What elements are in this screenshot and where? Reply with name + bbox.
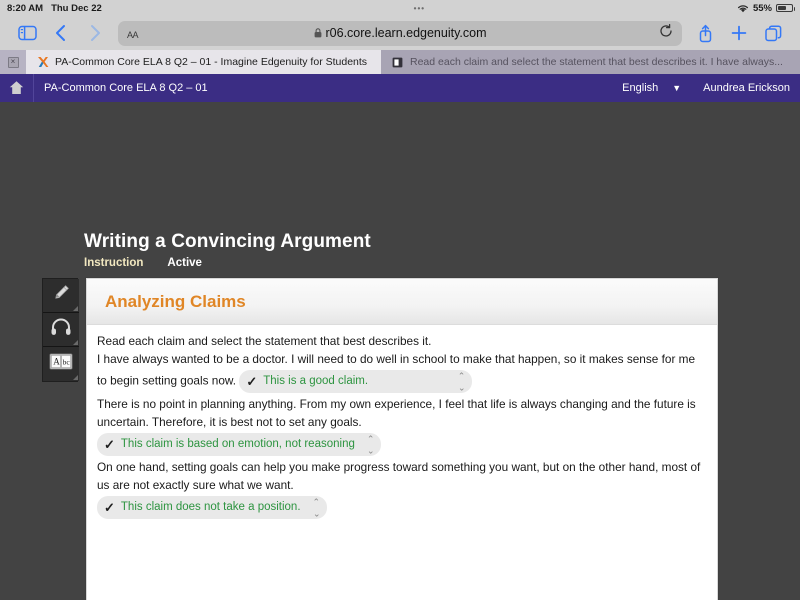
claim-2-line-1: There is no point in planning anything. … (97, 397, 696, 411)
lesson-card: Analyzing Claims Read each claim and sel… (86, 278, 718, 600)
home-icon[interactable] (0, 74, 34, 102)
checkmark-icon: ✓ (246, 374, 258, 389)
edgenuity-logo-icon (36, 56, 49, 69)
reload-icon[interactable] (659, 23, 673, 43)
claim-2-answer-row: ✓ This claim is based on emotion, not re… (95, 431, 705, 459)
answer-text-2: This claim is based on emotion, not reas… (120, 438, 355, 450)
browser-tab-inactive[interactable]: Read each claim and select the statement… (381, 50, 800, 74)
claim-3-line-1: On one hand, setting goals can help you … (97, 460, 701, 474)
audio-tool[interactable] (43, 313, 79, 347)
back-button[interactable] (44, 18, 78, 48)
lesson-page: Writing a Convincing Argument Instructio… (0, 102, 800, 600)
caret-down-icon: ▼ (672, 83, 682, 93)
claim-3-answer-row: ✓ This claim does not take a position. ⌃… (95, 494, 705, 522)
tab-instruction[interactable]: Instruction (84, 257, 143, 269)
card-heading: Analyzing Claims (105, 291, 246, 311)
answer-text-1: This is a good claim. (263, 375, 369, 387)
chevron-up-down-icon: ⌃ ⌃ (366, 434, 375, 456)
checkmark-icon: ✓ (104, 437, 115, 452)
browser-toolbar: AA r06.core.learn.edgenuity.com (0, 16, 800, 50)
sidebar-icon[interactable] (10, 18, 44, 48)
app-navbar: PA-Common Core ELA 8 Q2 – 01 English ▼ A… (0, 74, 800, 102)
address-bar[interactable]: AA r06.core.learn.edgenuity.com (118, 20, 682, 46)
highlighter-tool[interactable] (43, 279, 79, 313)
pencil-icon (51, 283, 71, 308)
status-time: 8:20 AM (7, 2, 44, 14)
instructions-text: Read each claim and select the statement… (97, 334, 432, 348)
claim-1-line-2-with-answer: to begin setting goals now. ✓ This is a … (95, 368, 705, 396)
lock-icon (314, 28, 322, 38)
glossary-tool[interactable]: Abc (43, 347, 79, 381)
svg-text:A: A (53, 357, 60, 367)
document-icon (391, 56, 404, 69)
browser-tab-active[interactable]: PA-Common Core ELA 8 Q2 – 01 - Imagine E… (26, 50, 381, 74)
user-name[interactable]: Aundrea Erickson (703, 82, 790, 94)
claim-1-line-2: to begin setting goals now. (97, 373, 237, 388)
lesson-tabs: Instruction Active (84, 257, 202, 269)
tab-label: PA-Common Core ELA 8 Q2 – 01 - Imagine E… (55, 56, 368, 68)
share-icon[interactable] (688, 18, 722, 48)
svg-text:bc: bc (63, 358, 71, 367)
claim-2-line-2: uncertain. Therefore, it is best not to … (97, 414, 362, 429)
url-text: r06.core.learn.edgenuity.com (325, 26, 487, 40)
chevron-up-down-icon: ⌃ ⌃ (457, 371, 466, 393)
tab-label: Read each claim and select the statement… (410, 56, 783, 68)
language-label: English (622, 82, 659, 94)
page-title: Writing a Convincing Argument (84, 231, 371, 252)
tabs-overview-icon[interactable] (756, 18, 790, 48)
status-dots-icon: ••• (413, 3, 426, 13)
claim-3-line-2: us are not exactly sure what we want. (97, 477, 294, 492)
answer-dropdown-3[interactable]: ✓ This claim does not take a position. ⌃… (97, 496, 328, 519)
dictionary-book-icon: Abc (49, 352, 73, 376)
battery-percent: 55% (752, 2, 772, 14)
chevron-up-down-icon: ⌃ ⌃ (312, 497, 321, 519)
answer-dropdown-2[interactable]: ✓ This claim is based on emotion, not re… (97, 433, 382, 456)
claim-1-line-1: I have always wanted to be a doctor. I w… (97, 351, 696, 366)
wifi-icon (737, 4, 749, 13)
checkmark-icon: ✓ (104, 500, 115, 515)
ios-status-bar: 8:20 AM Thu Dec 22 ••• 55% (0, 0, 800, 16)
answer-text-3: This claim does not take a position. (120, 501, 301, 513)
screen-root: 8:20 AM Thu Dec 22 ••• 55% AA r06.core.l… (0, 0, 800, 600)
new-tab-icon[interactable] (722, 18, 756, 48)
tool-rail: Abc (42, 278, 79, 382)
tab-active[interactable]: Active (167, 257, 202, 269)
forward-button[interactable] (78, 18, 112, 48)
card-body: Read each claim and select the statement… (87, 325, 717, 522)
language-selector[interactable]: English ▼ (622, 82, 703, 94)
tab-bar: × PA-Common Core ELA 8 Q2 – 01 - Imagine… (0, 50, 800, 74)
status-date: Thu Dec 22 (51, 2, 102, 14)
answer-dropdown-1[interactable]: ✓ This is a good claim. ⌃ ⌃ (239, 370, 473, 393)
battery-icon (776, 4, 795, 12)
close-icon[interactable]: × (7, 56, 19, 68)
card-header: Analyzing Claims (87, 279, 717, 325)
course-title: PA-Common Core ELA 8 Q2 – 01 (44, 82, 208, 94)
headphones-icon (50, 318, 72, 341)
close-tab-button[interactable]: × (0, 50, 26, 74)
